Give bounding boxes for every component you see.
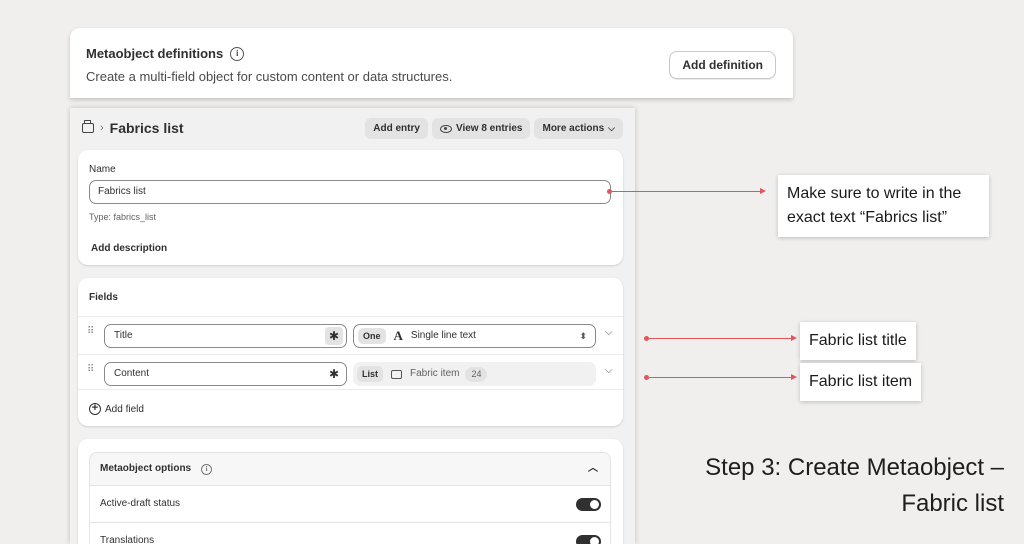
text-icon: A [393, 328, 403, 343]
field-name-input[interactable]: Title ✱ [104, 324, 347, 348]
step-title: Step 3: Create Metaobject – Fabric list [705, 454, 1004, 517]
expand-chevron-icon[interactable]: ⌵ [605, 365, 613, 376]
reference-icon [391, 369, 403, 379]
active-draft-toggle[interactable] [576, 498, 601, 511]
required-toggle-icon[interactable]: ✱ [325, 327, 343, 345]
select-arrows-icon: ⬍ [579, 331, 587, 341]
option-row-active-draft: Active-draft status [89, 486, 611, 523]
cardinality-badge: List [357, 366, 384, 382]
header-actions: Add entry View 8 entries More actions ⌵ [365, 118, 623, 139]
definitions-subtitle: Create a multi-field object for custom c… [86, 69, 453, 84]
annotation-arrow-name [607, 188, 766, 194]
view-entries-label: View 8 entries [455, 123, 523, 134]
options-header[interactable]: Metaobject options i ︿ [89, 452, 611, 486]
metaobject-options-card: Metaobject options i ︿ Active-draft stat… [78, 439, 623, 544]
breadcrumb: › Fabrics list [82, 120, 184, 136]
field-name-input[interactable]: Content ✱ [104, 362, 347, 386]
name-card: Name Fabrics list Type: fabrics_list Add… [78, 150, 623, 265]
chevron-down-icon: ⌵ [608, 123, 615, 133]
field-type-label: Single line text [410, 330, 476, 341]
eye-icon [439, 124, 452, 133]
metaobject-icon[interactable] [82, 120, 94, 133]
field-row-content: ⠿ Content ✱ List Fabric item 24 ⌵ [78, 354, 623, 390]
add-description-button[interactable]: Add description [91, 243, 167, 254]
definition-editor-panel: › Fabrics list Add entry View 8 entries … [70, 108, 635, 544]
add-field-label: Add field [105, 403, 144, 415]
more-actions-button[interactable]: More actions ⌵ [534, 118, 623, 139]
expand-chevron-icon[interactable]: ⌵ [605, 327, 613, 338]
plus-circle-icon: + [89, 403, 101, 415]
editor-top-bar: › Fabrics list Add entry View 8 entries … [82, 118, 623, 140]
info-icon[interactable]: i [201, 463, 213, 475]
annotation-arrow-title [644, 335, 797, 341]
callout-title-note: Fabric list title [800, 322, 916, 360]
type-hint: Type: fabrics_list [89, 212, 157, 222]
required-toggle-icon[interactable]: ✱ [325, 365, 343, 383]
breadcrumb-chevron-icon: › [100, 122, 104, 134]
field-type-select[interactable]: One A Single line text ⬍ [353, 324, 596, 348]
drag-handle-icon[interactable]: ⠿ [87, 365, 94, 375]
definitions-header-card: Metaobject definitions i Create a multi-… [70, 28, 793, 98]
definitions-title: Metaobject definitions [86, 46, 224, 61]
translations-toggle[interactable] [576, 535, 601, 544]
fields-card: Fields ⠿ Title ✱ One A Single line text … [78, 278, 623, 426]
info-icon[interactable]: i [230, 46, 245, 61]
field-type-display: List Fabric item 24 [353, 362, 596, 386]
page-title: Fabrics list [109, 120, 184, 136]
add-field-button[interactable]: + Add field [89, 403, 144, 415]
add-definition-button[interactable]: Add definition [669, 51, 776, 79]
add-entry-button[interactable]: Add entry [365, 118, 428, 139]
cardinality-badge: One [358, 328, 386, 344]
entry-count-badge: 24 [465, 366, 488, 382]
option-label: Translations [100, 535, 155, 544]
name-input[interactable]: Fabrics list [89, 180, 611, 204]
field-row-title: ⠿ Title ✱ One A Single line text ⬍ ⌵ [78, 316, 623, 352]
callout-name-note: Make sure to write in the exact text “Fa… [778, 175, 989, 237]
chevron-up-icon[interactable]: ︿ [588, 453, 598, 485]
field-type-label: Fabric item [410, 368, 460, 379]
option-row-translations: Translations [89, 523, 611, 544]
view-entries-button[interactable]: View 8 entries [431, 118, 531, 139]
name-label: Name [89, 164, 116, 175]
options-title: Metaobject options [100, 463, 192, 474]
callout-item-note: Fabric list item [800, 363, 922, 401]
fields-title: Fields [89, 292, 118, 303]
drag-handle-icon[interactable]: ⠿ [87, 327, 94, 337]
add-entry-label: Add entry [373, 123, 420, 134]
field-name-value: Content [114, 368, 150, 379]
annotation-arrow-item [644, 374, 797, 380]
field-name-value: Title [114, 330, 133, 341]
definitions-title-row: Metaobject definitions i [86, 46, 245, 61]
more-actions-label: More actions [542, 123, 605, 134]
option-label: Active-draft status [100, 498, 181, 509]
